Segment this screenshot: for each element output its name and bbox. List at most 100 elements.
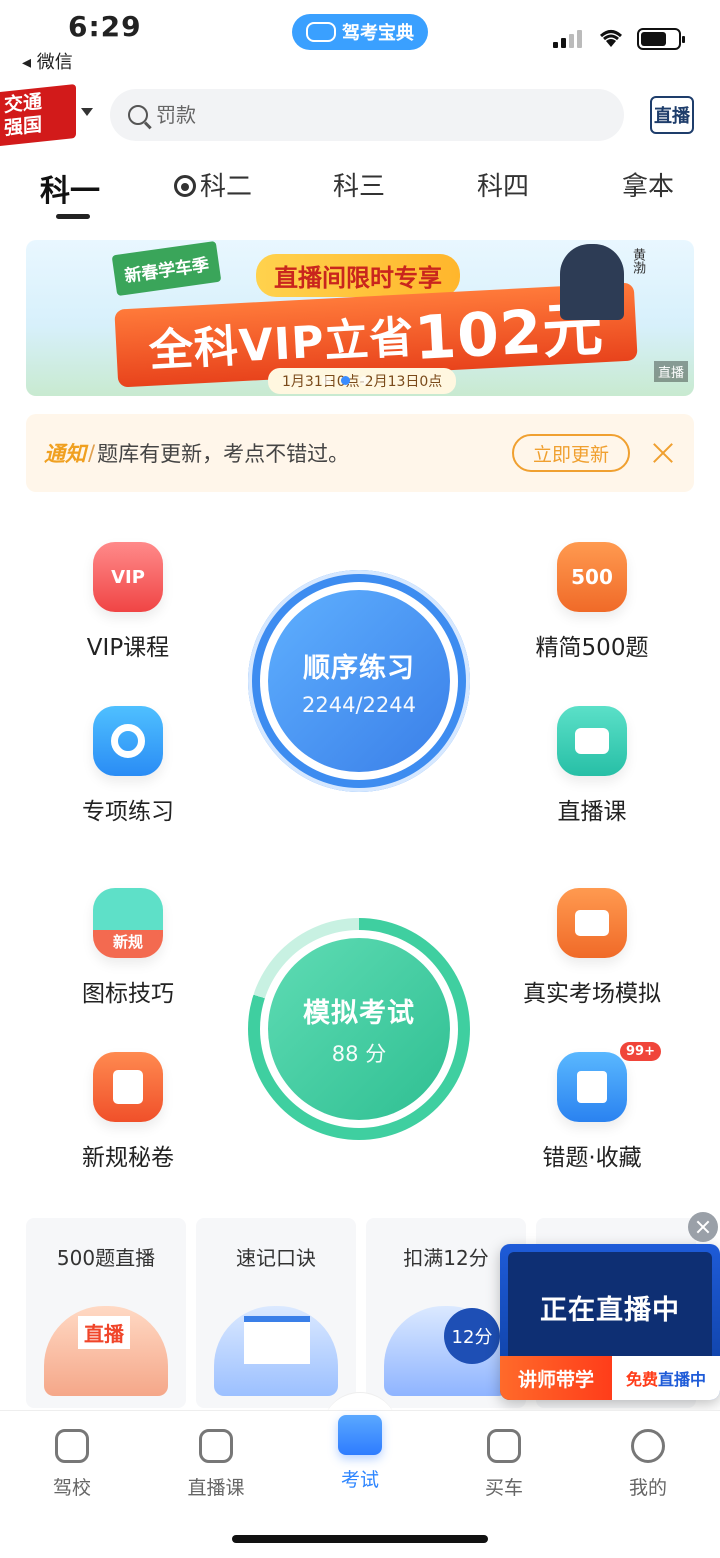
monitor-icon [557,888,627,958]
search-bar[interactable] [110,89,624,141]
vip-course-label: VIP课程 [86,635,170,661]
steering-wheel-icon [174,175,196,197]
live-course[interactable]: 直播课 [512,706,672,826]
notice-tag: 通知 [44,442,86,466]
special-practice[interactable]: 专项练习 [48,706,208,826]
notice-text: 题库有更新，考点不错过。 [97,442,350,466]
sequential-practice-title: 顺序练习 [303,652,415,684]
card-illustration: 12分 [384,1306,508,1396]
video-icon [557,706,627,776]
smile-icon [631,1429,665,1463]
mock-exam-score: 88 分 [331,1041,387,1066]
floating-live-title: 正在直播中 [508,1252,712,1362]
nav-label: 我的 [628,1477,667,1499]
card-illustration: 直播 [44,1306,168,1396]
floating-live-widget[interactable]: 正在直播中 讲师带学 免费 直播中 [500,1244,720,1400]
tab-ke4[interactable]: 科四 [477,166,529,203]
battery-icon [637,28,685,50]
car-icon [306,22,336,42]
card-art-text: 12分 [444,1308,500,1364]
real-exam-sim[interactable]: 真实考场模拟 [512,888,672,1008]
back-to-wechat[interactable]: ◂ 微信 [22,48,73,74]
clipboard-check-icon [93,1052,163,1122]
wifi-icon [599,30,623,47]
update-now-button[interactable]: 立即更新 [512,434,630,472]
new-rules-icon: 新规 [93,888,163,958]
sequential-practice-core: 顺序练习 2244/2244 [268,590,450,772]
nav-label: 考试 [340,1469,379,1491]
vip-icon: VIP [93,542,163,612]
search-icon [128,105,148,125]
mock-exam[interactable]: 模拟考试 88 分 [248,918,470,1140]
close-icon[interactable] [688,1212,718,1242]
banner-live-tag: 直播 [653,361,688,382]
icon-tips-label: 图标技巧 [82,981,174,1007]
nav-mine[interactable]: 我的 [598,1429,698,1500]
new-rules-secret[interactable]: 新规秘卷 [48,1052,208,1172]
app-pill[interactable]: 驾考宝典 [292,14,428,50]
jingjian-500-label: 精简500题 [535,635,649,661]
bookmark-star-icon: 99+ [557,1042,661,1122]
spokesperson-image [560,244,624,320]
target-icon [93,706,163,776]
nav-buy-car[interactable]: 买车 [454,1429,554,1500]
exam-folder-icon [338,1415,382,1455]
wrong-favorites-label: 错题·收藏 [542,1145,642,1171]
nav-label: 直播课 [187,1477,245,1499]
banner-season: 新春学车季 [111,240,222,297]
tab-ke2[interactable]: 科二 [174,166,252,203]
wrong-favorites[interactable]: 99+ 错题·收藏 [512,1042,672,1172]
card-title: 速记口诀 [236,1246,316,1270]
subject-tabs: 科一 科二 科三 科四 拿本 [0,166,720,222]
new-rules-secret-label: 新规秘卷 [82,1145,174,1171]
nav-live-course[interactable]: 直播课 [166,1429,266,1500]
tab-ke2-label: 科二 [200,172,253,202]
signal-icon [553,30,582,48]
tab-naben[interactable]: 拿本 [622,166,674,203]
car-icon [487,1429,521,1463]
tab-ke1[interactable]: 科一 [40,166,100,210]
icon-tips[interactable]: 新规 图标技巧 [48,888,208,1008]
jingjian-500[interactable]: 500 精简500题 [512,542,672,662]
home-indicator [232,1535,488,1543]
nav-label: 买车 [484,1477,523,1499]
sequential-practice-progress: 2244/2244 [302,692,416,717]
nav-label: 驾校 [52,1477,91,1499]
wrong-count-badge: 99+ [620,1042,661,1061]
floating-live-left: 讲师带学 [500,1356,612,1400]
banner-pagination [322,376,369,385]
tv-icon [199,1429,233,1463]
floating-live-right: 免费 直播中 [612,1356,720,1400]
vip-course[interactable]: VIP VIP课程 [48,542,208,662]
card-illustration [214,1306,338,1396]
card-art-text: 直播 [78,1316,130,1349]
app-pill-label: 驾考宝典 [342,23,414,44]
special-practice-label: 专项练习 [82,799,174,825]
floating-live-status: 直播中 [658,1370,707,1389]
card-500-live[interactable]: 500题直播 直播 [26,1218,186,1408]
spokesperson-name: 黄渤 [630,248,645,274]
live-button[interactable]: 直播 [650,96,694,134]
promo-banner[interactable]: 新春学车季 直播间限时专享 全科VIP立省 102元 1月31日0点-2月13日… [26,240,694,396]
card-title: 500题直播 [56,1246,156,1270]
tab-ke3[interactable]: 科三 [333,166,385,203]
nav-exam[interactable]: 考试 [310,1415,410,1492]
mock-exam-title: 模拟考试 [303,997,415,1029]
update-notice: 通知 / 题库有更新，考点不错过。 立即更新 [26,414,694,492]
live-course-label: 直播课 [557,799,627,825]
sequential-practice[interactable]: 顺序练习 2244/2244 [248,570,470,792]
card-mnemonics[interactable]: 速记口诀 [196,1218,356,1408]
driving-school-icon [55,1429,89,1463]
search-input[interactable] [156,103,556,127]
real-exam-sim-label: 真实考场模拟 [523,981,661,1007]
jiaotong-qiangguo-logo[interactable]: 交通 强国 [0,84,76,146]
nav-driving-school[interactable]: 驾校 [22,1429,122,1500]
chevron-down-icon[interactable] [81,108,93,116]
floating-live-bar: 讲师带学 免费 直播中 [500,1356,720,1400]
close-icon[interactable] [652,442,674,464]
status-time: 6:29 [68,10,142,43]
status-bar: 6:29 ◂ 微信 驾考宝典 [0,0,720,80]
book-500-icon: 500 [557,542,627,612]
floating-live-free: 免费 [625,1370,658,1389]
mock-exam-core: 模拟考试 88 分 [268,938,450,1120]
